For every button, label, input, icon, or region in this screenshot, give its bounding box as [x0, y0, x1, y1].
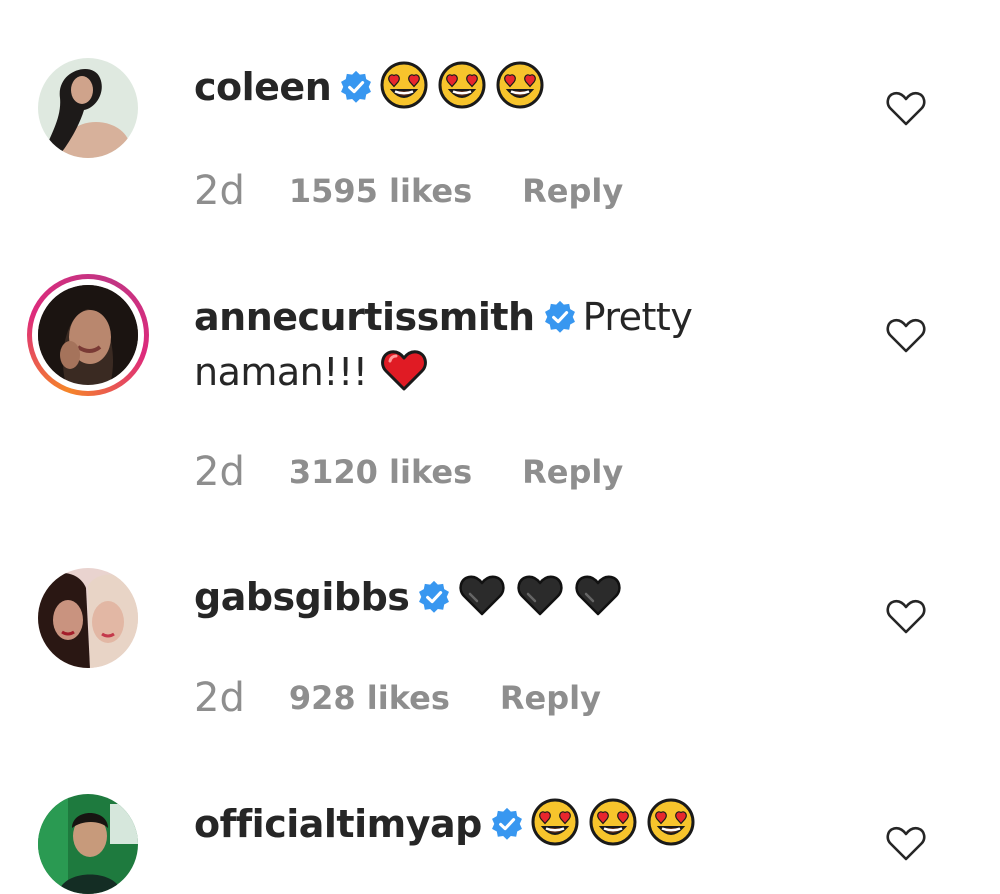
black-heart-emoji-icon: [457, 570, 507, 620]
comment-like-count[interactable]: 928 likes: [289, 679, 450, 717]
heart-eyes-emoji-icon: [646, 797, 696, 847]
comment-like-count[interactable]: 3120 likes: [289, 453, 472, 491]
comment-text: annecurtissmith Pretty naman!!!: [194, 290, 724, 400]
verified-badge-icon: [339, 70, 373, 104]
avatar[interactable]: [38, 285, 138, 385]
comment-meta: 2d 928 likes Reply: [194, 673, 601, 723]
comment-meta: 2d 1595 likes Reply: [194, 166, 623, 216]
reply-button[interactable]: Reply: [500, 679, 601, 717]
comment-username[interactable]: coleen: [194, 65, 332, 109]
comment-meta: 2d 3120 likes Reply: [194, 447, 623, 497]
heart-eyes-emoji-icon: [530, 797, 580, 847]
reply-button[interactable]: Reply: [522, 172, 623, 210]
comment-timestamp[interactable]: 2d: [194, 449, 245, 495]
comment-text: officialtimyap: [194, 797, 724, 852]
comment-timestamp[interactable]: 2d: [194, 168, 245, 214]
verified-badge-icon: [417, 580, 451, 614]
comment-timestamp[interactable]: 2d: [194, 675, 245, 721]
black-heart-emoji-icon: [515, 570, 565, 620]
comment-like-count[interactable]: 1595 likes: [289, 172, 472, 210]
like-heart-icon[interactable]: [884, 596, 928, 636]
heart-eyes-emoji-icon: [588, 797, 638, 847]
like-heart-icon[interactable]: [884, 823, 928, 863]
avatar[interactable]: [38, 58, 138, 158]
reply-button[interactable]: Reply: [522, 453, 623, 491]
story-ring[interactable]: [27, 274, 149, 396]
verified-badge-icon: [543, 300, 577, 334]
comment-text: coleen: [194, 60, 724, 115]
heart-eyes-emoji-icon: [495, 60, 545, 110]
avatar[interactable]: [38, 568, 138, 668]
comment-username[interactable]: gabsgibbs: [194, 575, 410, 619]
red-heart-emoji-icon: [379, 345, 429, 395]
verified-badge-icon: [490, 807, 524, 841]
comment-username[interactable]: annecurtissmith: [194, 295, 535, 339]
heart-eyes-emoji-icon: [379, 60, 429, 110]
like-heart-icon[interactable]: [884, 88, 928, 128]
black-heart-emoji-icon: [573, 570, 623, 620]
like-heart-icon[interactable]: [884, 315, 928, 355]
avatar[interactable]: [38, 794, 138, 894]
heart-eyes-emoji-icon: [437, 60, 487, 110]
comment-username[interactable]: officialtimyap: [194, 802, 482, 846]
comment-text: gabsgibbs: [194, 570, 724, 625]
